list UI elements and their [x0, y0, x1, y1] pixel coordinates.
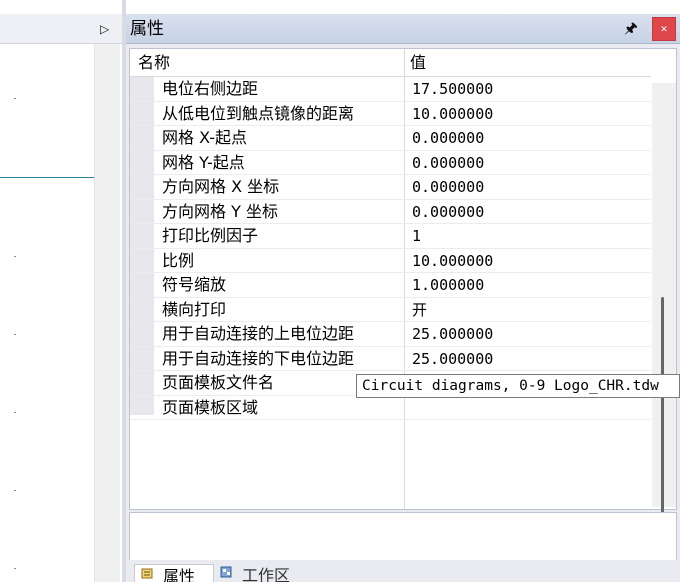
- pin-icon[interactable]: 🖈: [624, 18, 638, 38]
- left-panel: ▷: [0, 0, 122, 582]
- left-panel-header: ▷: [0, 14, 122, 44]
- property-row[interactable]: 网格 Y-起点 0.000000: [130, 151, 651, 175]
- property-name: 横向打印: [162, 299, 227, 319]
- column-separator[interactable]: [404, 49, 405, 77]
- property-row[interactable]: 电位右侧边距 17.500000: [130, 77, 651, 102]
- property-name: 页面模板区域: [162, 397, 259, 417]
- property-value[interactable]: 开: [412, 300, 427, 320]
- tab-workspace-label: 工作区: [242, 566, 291, 582]
- left-panel-dot: [14, 256, 16, 257]
- property-grid-scrollbar[interactable]: [652, 83, 676, 513]
- property-grid: 名称 值 电位右侧边距 17.500000 从低电位到触点镜像的距离 10.00000…: [129, 48, 677, 513]
- property-name: 比例: [162, 250, 195, 270]
- left-panel-scrollbar[interactable]: [94, 44, 120, 582]
- property-name: 网格 X-起点: [162, 128, 248, 147]
- property-row[interactable]: 用于自动连接的下电位边距 25.000000: [130, 347, 651, 371]
- property-row[interactable]: 方向网格 X 坐标 0.000000: [130, 175, 651, 200]
- left-panel-dot: [14, 568, 16, 569]
- property-row[interactable]: 从低电位到触点镜像的距离 10.000000: [130, 102, 651, 126]
- property-name: 方向网格 X 坐标: [162, 177, 280, 196]
- property-value[interactable]: 17.500000: [412, 79, 493, 99]
- property-name: 页面模板文件名: [162, 373, 275, 392]
- left-panel-dot: [14, 412, 16, 413]
- workspace-tab-icon: [220, 566, 232, 578]
- property-row[interactable]: 网格 X-起点 0.000000: [130, 126, 651, 151]
- tab-properties-label: 属性: [163, 567, 196, 582]
- properties-title: 属性: [130, 19, 164, 39]
- left-panel-dot: [14, 334, 16, 335]
- property-name: 用于自动连接的下电位边距: [162, 348, 355, 368]
- properties-title-bar: 属性 🖈 ✕: [126, 14, 680, 44]
- properties-tab-icon: [141, 568, 153, 579]
- tab-workspace[interactable]: 工作区: [214, 564, 310, 582]
- property-name: 打印比例因子: [162, 226, 259, 245]
- column-header-value[interactable]: 值: [410, 53, 426, 73]
- expand-arrow-icon[interactable]: ▷: [100, 22, 109, 36]
- property-value[interactable]: 0.000000: [412, 153, 484, 173]
- property-value[interactable]: 1.000000: [412, 275, 484, 295]
- property-name: 方向网格 Y 坐标: [162, 201, 278, 221]
- property-value[interactable]: 25.000000: [412, 324, 493, 344]
- scrollbar-thumb[interactable]: [661, 297, 664, 513]
- property-row[interactable]: 方向网格 Y 坐标 0.000000: [130, 200, 651, 224]
- property-rows: 电位右侧边距 17.500000 从低电位到触点镜像的距离 10.000000 网格 X…: [130, 77, 651, 420]
- column-header-name[interactable]: 名称: [138, 53, 170, 73]
- left-panel-dot: [14, 98, 16, 99]
- property-value[interactable]: 0.000000: [412, 177, 484, 197]
- property-value[interactable]: 0.000000: [412, 128, 484, 148]
- property-name: 从低电位到触点镜像的距离: [162, 103, 355, 123]
- property-name: 符号缩放: [162, 275, 227, 294]
- property-value[interactable]: 25.000000: [412, 349, 493, 369]
- property-row[interactable]: 打印比例因子 1: [130, 224, 651, 249]
- property-value[interactable]: 10.000000: [412, 104, 493, 124]
- panel-tab-bar: 属性 工作区: [126, 560, 680, 582]
- property-value[interactable]: 10.000000: [412, 251, 493, 271]
- property-row[interactable]: 页面模板区域: [130, 396, 651, 420]
- property-grid-header: 名称 值: [130, 49, 651, 77]
- property-name: 网格 Y-起点: [162, 152, 245, 172]
- value-tooltip: Circuit diagrams, 0-9 Logo_CHR.tdw: [356, 374, 680, 398]
- left-panel-dot: [14, 490, 16, 491]
- property-name: 电位右侧边距: [162, 79, 259, 98]
- property-row[interactable]: 比例 10.000000: [130, 249, 651, 273]
- property-description-box: [129, 512, 677, 564]
- property-value[interactable]: 0.000000: [412, 202, 484, 222]
- property-row[interactable]: 符号缩放 1.000000: [130, 273, 651, 298]
- close-button[interactable]: ✕: [652, 17, 676, 41]
- property-value[interactable]: 1: [412, 226, 421, 246]
- left-panel-divider: [0, 177, 94, 178]
- tab-properties[interactable]: 属性: [134, 564, 214, 582]
- property-row[interactable]: 横向打印 开: [130, 298, 651, 322]
- property-row[interactable]: 用于自动连接的上电位边距 25.000000: [130, 322, 651, 347]
- property-name: 用于自动连接的上电位边距: [162, 324, 355, 343]
- properties-panel: 属性 🖈 ✕ 名称 值 电位右侧边距 17.500000 从低电位到触点镜像的距离 1…: [126, 14, 680, 582]
